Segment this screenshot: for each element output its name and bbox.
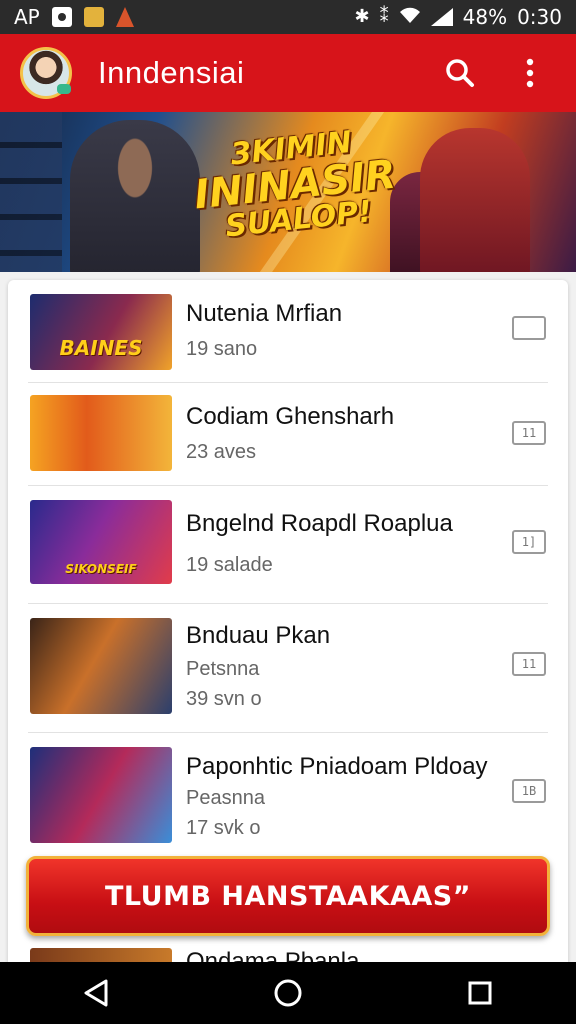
app-bar: Inndensiai bbox=[0, 34, 576, 112]
back-button[interactable] bbox=[74, 971, 118, 1015]
home-circle-icon bbox=[274, 979, 302, 1007]
item-action-button[interactable]: 11 bbox=[512, 652, 546, 676]
home-button[interactable] bbox=[266, 971, 310, 1015]
avatar-badge bbox=[57, 84, 71, 94]
back-triangle-icon bbox=[84, 979, 108, 1007]
banner-thumbnail-strip bbox=[0, 112, 62, 272]
system-nav-bar bbox=[0, 962, 576, 1024]
search-icon bbox=[446, 59, 474, 87]
folder-notification-icon bbox=[83, 7, 104, 27]
game-thumbnail bbox=[30, 618, 172, 714]
list-item[interactable]: Paponhtic Pniadoam Pldoay Peasnna 17 svk… bbox=[8, 733, 568, 853]
item-title: Bngelnd Roapdl Roaplua bbox=[186, 510, 453, 537]
item-title: Bnduau Pkan bbox=[186, 622, 331, 649]
item-subtitle: Peasnna bbox=[186, 787, 265, 809]
status-left-label: AP bbox=[14, 5, 40, 29]
status-bar: AP ✱ ⁑ 48% 0:30 bbox=[0, 0, 576, 34]
banner-headline: 3KIMIN ININASIR SUALOP! bbox=[185, 123, 405, 246]
game-thumbnail: BAINES bbox=[30, 294, 172, 370]
item-action-button[interactable] bbox=[512, 316, 546, 340]
avatar[interactable] bbox=[20, 47, 72, 99]
search-button[interactable] bbox=[442, 55, 478, 91]
recents-square-icon bbox=[468, 981, 492, 1005]
item-action-button[interactable]: 11 bbox=[512, 421, 546, 445]
vibrate-icon: ⁑ bbox=[379, 6, 389, 27]
recents-button[interactable] bbox=[458, 971, 502, 1015]
item-meta: 23 aves bbox=[186, 441, 257, 463]
item-title: Codiam Ghensharh bbox=[186, 403, 395, 430]
list-item[interactable]: Codiam Ghensharh 23 aves 11 bbox=[8, 383, 568, 485]
list-item[interactable]: BAINES Nutenia Mrfian 19 sano bbox=[8, 280, 568, 382]
doc-notification-icon bbox=[51, 7, 72, 27]
bluetooth-icon: ✱ bbox=[354, 6, 370, 27]
game-thumbnail bbox=[30, 747, 172, 843]
promo-banner[interactable]: 3KIMIN ININASIR SUALOP! bbox=[0, 112, 576, 272]
clock: 0:30 bbox=[517, 5, 562, 29]
fire-notification-icon bbox=[115, 7, 134, 27]
game-thumbnail bbox=[30, 395, 172, 471]
primary-cta-button[interactable]: TLUMB HANSTAAKAAS” bbox=[26, 856, 550, 936]
item-title: Nutenia Mrfian bbox=[186, 300, 343, 327]
thumbnail-caption: SIKONSEIF bbox=[65, 562, 137, 576]
banner-hero-warrior bbox=[70, 120, 200, 272]
banner-hero-heroine bbox=[420, 128, 530, 272]
game-thumbnail: SIKONSEIF bbox=[30, 500, 172, 584]
signal-icon bbox=[430, 8, 453, 26]
item-meta: 39 svn o bbox=[186, 688, 262, 710]
item-meta: 17 svk o bbox=[186, 817, 261, 839]
list-item[interactable]: Bnduau Pkan Petsnna 39 svn o 11 bbox=[8, 604, 568, 732]
more-vert-icon bbox=[526, 58, 534, 88]
item-meta: 19 salade bbox=[186, 554, 273, 576]
list-item[interactable]: SIKONSEIF Bngelnd Roapdl Roaplua 19 sala… bbox=[8, 486, 568, 604]
item-subtitle: Petsnna bbox=[186, 658, 260, 680]
wifi-icon bbox=[399, 5, 421, 29]
app-title: Inndensiai bbox=[98, 55, 245, 90]
battery-percent: 48% bbox=[462, 5, 508, 29]
item-action-button[interactable]: 1B bbox=[512, 779, 546, 803]
item-meta: 19 sano bbox=[186, 338, 258, 360]
item-title: Paponhtic Pniadoam Pldoay bbox=[186, 753, 488, 780]
item-action-button[interactable]: 1] bbox=[512, 530, 546, 554]
thumbnail-caption: BAINES bbox=[59, 336, 143, 360]
overflow-menu-button[interactable] bbox=[512, 55, 548, 91]
